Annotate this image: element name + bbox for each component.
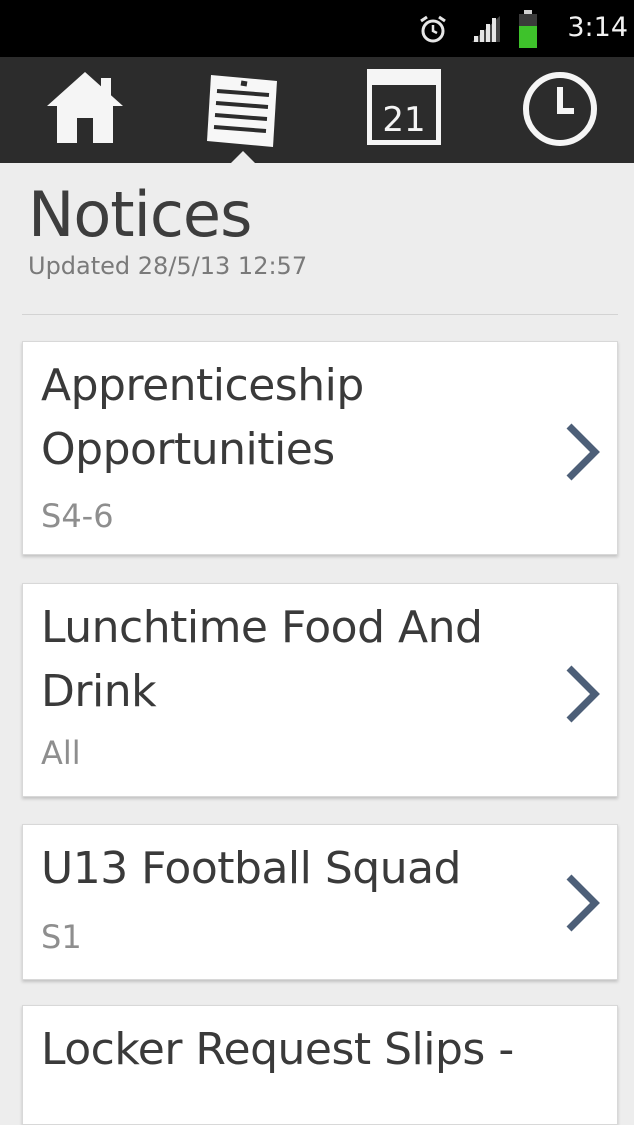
notice-title: Apprenticeship Opportunities <box>41 360 364 475</box>
home-icon <box>47 72 123 143</box>
chevron-right-icon <box>566 874 600 932</box>
notice-audience: All <box>41 734 81 772</box>
nav-notices[interactable] <box>183 57 303 163</box>
notes-icon <box>207 75 277 147</box>
signal-icon <box>472 16 500 42</box>
alarm-icon <box>420 15 446 43</box>
page-title: Notices <box>28 178 252 251</box>
nav-home[interactable] <box>25 57 145 163</box>
notice-title: Locker Request Slips - <box>41 1024 514 1075</box>
clock-icon <box>523 72 597 146</box>
nav-clock[interactable] <box>500 57 620 163</box>
notice-card[interactable]: Apprenticeship Opportunities S4-6 <box>22 341 618 555</box>
notice-title: Lunchtime Food And Drink <box>41 602 483 717</box>
chevron-right-icon <box>566 423 600 481</box>
nav-bar: 21 <box>0 57 634 163</box>
notice-card[interactable]: U13 Football Squad S1 <box>22 824 618 980</box>
notice-card[interactable]: Lunchtime Food And Drink All <box>22 583 618 797</box>
status-time: 3:14 <box>567 12 628 43</box>
notice-card[interactable]: Locker Request Slips - <box>22 1005 618 1125</box>
status-bar: 3:14 <box>0 0 634 57</box>
divider <box>22 314 618 315</box>
nav-selected-indicator <box>231 151 255 163</box>
updated-timestamp: Updated 28/5/13 12:57 <box>28 252 308 280</box>
notice-audience: S4-6 <box>41 497 114 535</box>
chevron-right-icon <box>566 665 600 723</box>
battery-icon <box>519 10 537 48</box>
nav-calendar[interactable]: 21 <box>343 57 463 163</box>
calendar-icon: 21 <box>367 69 441 145</box>
page-header: Notices Updated 28/5/13 12:57 <box>28 178 308 281</box>
calendar-date: 21 <box>382 100 425 140</box>
notice-title: U13 Football Squad <box>41 843 461 894</box>
notice-audience: S1 <box>41 918 82 956</box>
